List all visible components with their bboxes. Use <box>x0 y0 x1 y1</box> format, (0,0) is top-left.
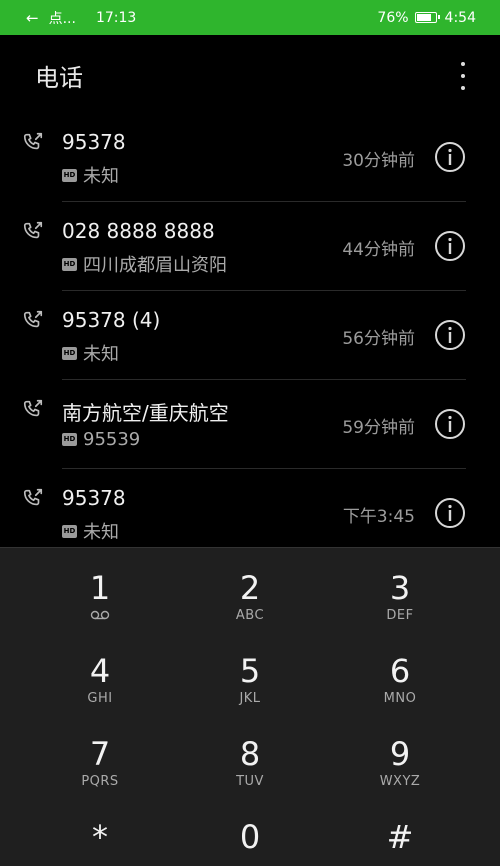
call-location: 未知 <box>83 166 119 187</box>
dialpad-key[interactable]: # <box>340 783 460 863</box>
outgoing-call-icon <box>22 131 44 153</box>
dialpad-digit: 4 <box>89 652 111 690</box>
more-options-icon[interactable] <box>460 62 466 90</box>
hd-icon: HD <box>62 346 77 360</box>
dialpad-key[interactable]: 7 PQRS <box>40 700 160 789</box>
call-location: 95539 <box>83 429 141 450</box>
dialpad-digit: 7 <box>89 735 111 773</box>
dialpad-digit: 8 <box>239 735 261 773</box>
call-info-icon[interactable] <box>434 141 466 173</box>
dialpad-digit: 9 <box>389 735 411 773</box>
call-location: 四川成都眉山资阳 <box>83 255 227 276</box>
dialpad-digit: 5 <box>239 652 261 690</box>
call-time: 44分钟前 <box>342 240 415 260</box>
call-log-row[interactable]: 95378 (4) HD 未知 56分钟前 <box>0 291 500 380</box>
call-subtitle: HD 四川成都眉山资阳 <box>62 251 227 277</box>
call-info-icon[interactable] <box>434 408 466 440</box>
dialpad-digit: * <box>92 818 108 856</box>
call-name: 95378 (4) <box>62 308 161 332</box>
call-subtitle: HD 95539 <box>62 429 140 450</box>
back-arrow-icon[interactable]: ← <box>26 9 39 27</box>
call-location: 未知 <box>83 344 119 365</box>
battery-percent: 76% <box>377 9 409 26</box>
hd-icon: HD <box>62 257 77 271</box>
call-subtitle: HD 未知 <box>62 340 119 366</box>
status-bar: ← 点... 17:13 76% 4:54 <box>0 0 500 35</box>
dialpad-digit: 0 <box>239 818 261 856</box>
call-info-icon[interactable] <box>434 319 466 351</box>
dialpad-key[interactable]: 8 TUV <box>190 700 310 789</box>
call-name: 95378 <box>62 130 126 154</box>
call-subtitle: HD 未知 <box>62 162 119 188</box>
call-name: 95378 <box>62 486 126 510</box>
dialpad-key[interactable]: 5 JKL <box>190 617 310 706</box>
dialpad-key[interactable]: 3 DEF <box>340 534 460 623</box>
call-log-list: 95378 HD 未知 30分钟前 028 8888 8888 HD 四川成都眉山资阳 44分… <box>0 113 500 558</box>
call-log-row[interactable]: 95378 HD 未知 30分钟前 <box>0 113 500 202</box>
status-time-left: 17:13 <box>95 9 137 26</box>
dialpad-digit: 6 <box>389 652 411 690</box>
dialpad-key[interactable]: 4 GHI <box>40 617 160 706</box>
battery-icon <box>414 12 440 23</box>
dialpad-key[interactable]: 9 WXYZ <box>340 700 460 789</box>
call-info-icon[interactable] <box>434 230 466 262</box>
dialpad: 1 2 ABC 3 DEF 4 GHI 5 JKL 6 MNO 7 PQRS 8 TUV 9 WXYZ * 0 # <box>0 547 500 866</box>
call-info-icon[interactable] <box>434 497 466 529</box>
outgoing-call-icon <box>22 487 44 509</box>
status-time-right: 4:54 <box>444 9 476 26</box>
dialpad-digit: 1 <box>89 569 111 607</box>
outgoing-call-icon <box>22 220 44 242</box>
outgoing-call-icon <box>22 398 44 420</box>
call-name: 南方航空/重庆航空 <box>62 401 229 425</box>
dialpad-key[interactable]: 0 <box>190 783 310 863</box>
dialpad-key[interactable]: * <box>40 783 160 863</box>
dialpad-digit: 2 <box>239 569 261 607</box>
page-title: 电话 <box>35 63 83 92</box>
app-header: 电话 <box>0 35 500 115</box>
status-app-label: 点... <box>48 10 76 27</box>
dialpad-key[interactable]: 6 MNO <box>340 617 460 706</box>
call-time: 30分钟前 <box>342 151 415 171</box>
call-time: 59分钟前 <box>342 418 415 438</box>
call-time: 56分钟前 <box>342 329 415 349</box>
call-time: 下午3:45 <box>342 507 415 527</box>
dialpad-digit: 3 <box>389 569 411 607</box>
call-log-row[interactable]: 028 8888 8888 HD 四川成都眉山资阳 44分钟前 <box>0 202 500 291</box>
call-name: 028 8888 8888 <box>62 219 215 243</box>
hd-icon: HD <box>62 433 77 446</box>
dialpad-key[interactable]: 2 ABC <box>190 534 310 623</box>
dialpad-key[interactable]: 1 <box>40 534 160 620</box>
outgoing-call-icon <box>22 309 44 331</box>
call-log-row[interactable]: 南方航空/重庆航空 HD 95539 59分钟前 <box>0 380 500 469</box>
dialpad-digit: # <box>386 818 414 856</box>
hd-icon: HD <box>62 168 77 182</box>
